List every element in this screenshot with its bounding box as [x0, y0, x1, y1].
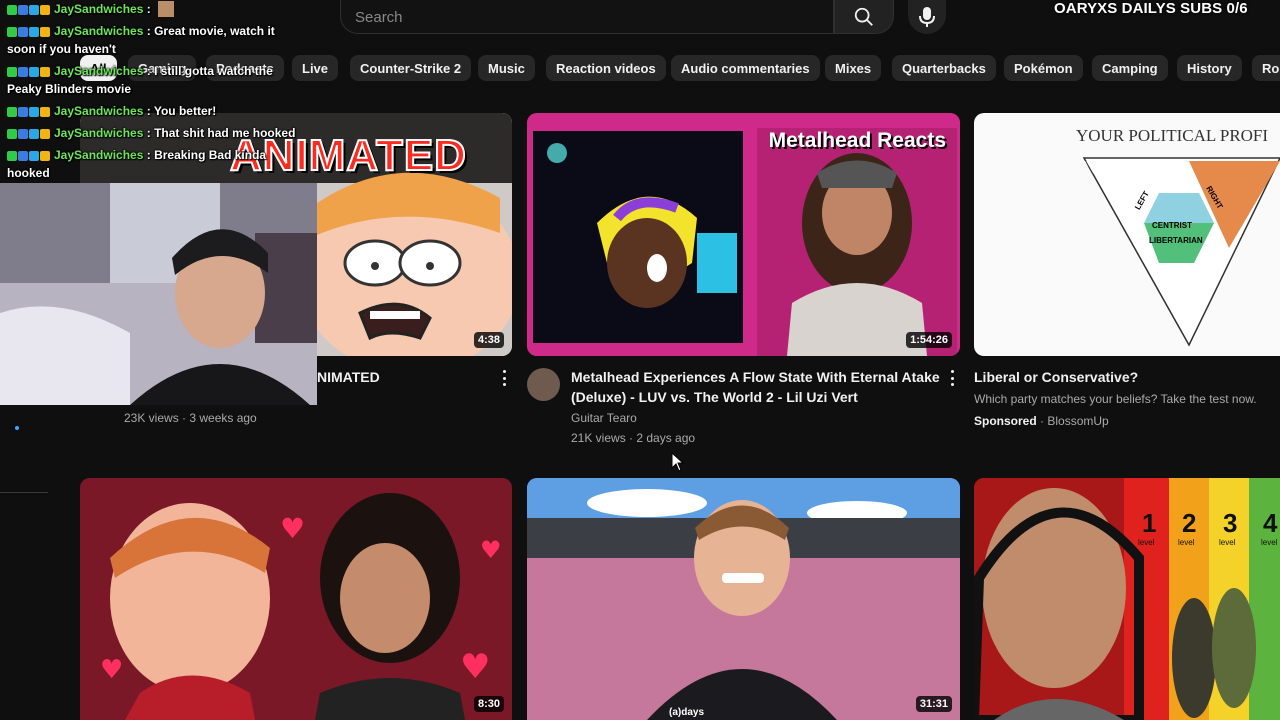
chip-mixes[interactable]: Mixes — [825, 55, 882, 81]
video-title-line-1[interactable]: Metalhead Experiences A Flow State With … — [571, 367, 940, 387]
webcam-feed — [0, 183, 317, 405]
sponsored-label: Sponsored — [974, 414, 1037, 428]
stream-overlay-counter: OARYXS DAILYS SUBS 0/6 — [1054, 0, 1248, 17]
chip-music[interactable]: Music — [478, 55, 535, 81]
chip-reaction-videos[interactable]: Reaction videos — [546, 55, 666, 81]
political-chart-art — [1082, 157, 1280, 347]
chat-username: JaySandwiches — [54, 148, 144, 162]
svg-text:♥: ♥ — [480, 536, 502, 564]
level-1-label: 1 — [1142, 508, 1157, 538]
chat-text: : You better! — [146, 104, 217, 118]
level-2-label: 2 — [1182, 508, 1197, 538]
chat-text: : That shit had me hooked — [146, 126, 296, 140]
shirt-text: (a)days — [669, 707, 705, 718]
chat-badges — [7, 5, 50, 15]
video-thumbnail[interactable]: ♥ ♥ ♥ ♥ 8:30 — [80, 478, 512, 720]
channel-avatar[interactable] — [527, 368, 560, 401]
thumbnail-art — [527, 478, 960, 720]
level-4-label: 4 — [1263, 508, 1278, 538]
chat-username: JaySandwiches — [54, 64, 144, 78]
mouse-cursor-icon — [671, 452, 685, 472]
chat-username: JaySandwiches — [54, 24, 144, 38]
search-button[interactable] — [834, 0, 894, 34]
chat-username: JaySandwiches — [54, 2, 144, 16]
chat-message: JaySandwiches : Great movie, watch it so… — [7, 22, 297, 58]
chip-quarterbacks[interactable]: Quarterbacks — [892, 55, 996, 81]
svg-text:♥: ♥ — [100, 655, 123, 685]
voice-search-button[interactable] — [908, 0, 946, 34]
level-word: level — [1178, 538, 1195, 547]
more-options-icon[interactable] — [949, 370, 955, 386]
chart-label-libertarian: LIBERTARIAN — [1149, 236, 1203, 245]
video-meta: 21K views · 2 days ago — [571, 431, 696, 445]
level-word: level — [1138, 538, 1155, 547]
chat-message: JaySandwiches : You better! — [7, 102, 297, 120]
ad-byline: Sponsored · BlossomUp — [974, 412, 1109, 430]
chat-badges — [7, 107, 50, 117]
chat-username: JaySandwiches — [54, 104, 144, 118]
chip-live[interactable]: Live — [292, 55, 339, 81]
chart-label-centrist: CENTRIST — [1152, 221, 1192, 230]
chip-rob[interactable]: Rob — [1252, 55, 1280, 81]
video-title[interactable]: NIMATED — [317, 367, 380, 387]
video-thumbnail[interactable]: 1 level 2 level 3 level 4 level — [974, 478, 1280, 720]
svg-text:♥: ♥ — [460, 647, 490, 687]
chat-badges — [7, 27, 50, 37]
chat-badges — [7, 129, 50, 139]
streamer-webcam — [0, 183, 317, 405]
chip-counter-strike-2[interactable]: Counter-Strike 2 — [350, 55, 472, 81]
level-word: level — [1219, 538, 1236, 547]
more-options-icon[interactable] — [501, 370, 507, 386]
chat-message: JaySandwiches : I still gotta watch the … — [7, 62, 297, 98]
chat-text: : — [146, 2, 151, 16]
search-icon — [854, 7, 873, 26]
level-word: level — [1261, 538, 1278, 547]
video-duration: 1:54:26 — [906, 332, 952, 348]
chip-camping[interactable]: Camping — [1092, 55, 1168, 81]
chat-badges — [7, 67, 50, 77]
video-title-line-2[interactable]: (Deluxe) - LUV vs. The World 2 - Lil Uzi… — [571, 387, 858, 407]
level-3-label: 3 — [1223, 508, 1238, 538]
search-bar — [340, 0, 834, 34]
notification-dot — [15, 426, 19, 430]
chat-message: JaySandwiches : That shit had me hooked — [7, 124, 297, 142]
channel-name[interactable]: Guitar Tearo — [571, 409, 637, 427]
chat-emote-icon — [158, 1, 175, 17]
chip-history[interactable]: History — [1177, 55, 1242, 81]
svg-text:♥: ♥ — [280, 512, 305, 545]
chip-audio-commentaries[interactable]: Audio commentaries — [671, 55, 820, 81]
chip-pokemon[interactable]: Pokémon — [1004, 55, 1083, 81]
microphone-icon — [919, 7, 935, 27]
chat-badges — [7, 151, 50, 161]
video-duration: 4:38 — [473, 332, 504, 348]
chat-message: JaySandwiches : — [7, 0, 297, 18]
chat-username: JaySandwiches — [54, 126, 144, 140]
advertiser-name[interactable]: · BlossomUp — [1040, 414, 1109, 428]
video-duration: 31:31 — [915, 696, 952, 712]
ad-thumbnail[interactable]: YOUR POLITICAL PROFI CENTRIST LIBERTARIA… — [974, 113, 1280, 356]
video-duration: 8:30 — [473, 696, 504, 712]
thumbnail-art: ♥ ♥ ♥ ♥ — [80, 478, 512, 720]
sidebar-divider — [0, 492, 48, 493]
ad-description: Which party matches your beliefs? Take t… — [974, 392, 1257, 406]
video-thumbnail[interactable]: (a)days 31:31 — [527, 478, 960, 720]
chat-message: JaySandwiches : Breaking Bad kinda hooke… — [7, 146, 297, 182]
search-input[interactable] — [355, 6, 815, 28]
ad-title[interactable]: Liberal or Conservative? — [974, 367, 1138, 387]
video-thumbnail[interactable]: Metalhead Reacts 1:54:26 — [527, 113, 960, 356]
video-meta: 23K views · 3 weeks ago — [124, 411, 257, 425]
thumbnail-title-text: Metalhead Reacts — [768, 129, 946, 152]
